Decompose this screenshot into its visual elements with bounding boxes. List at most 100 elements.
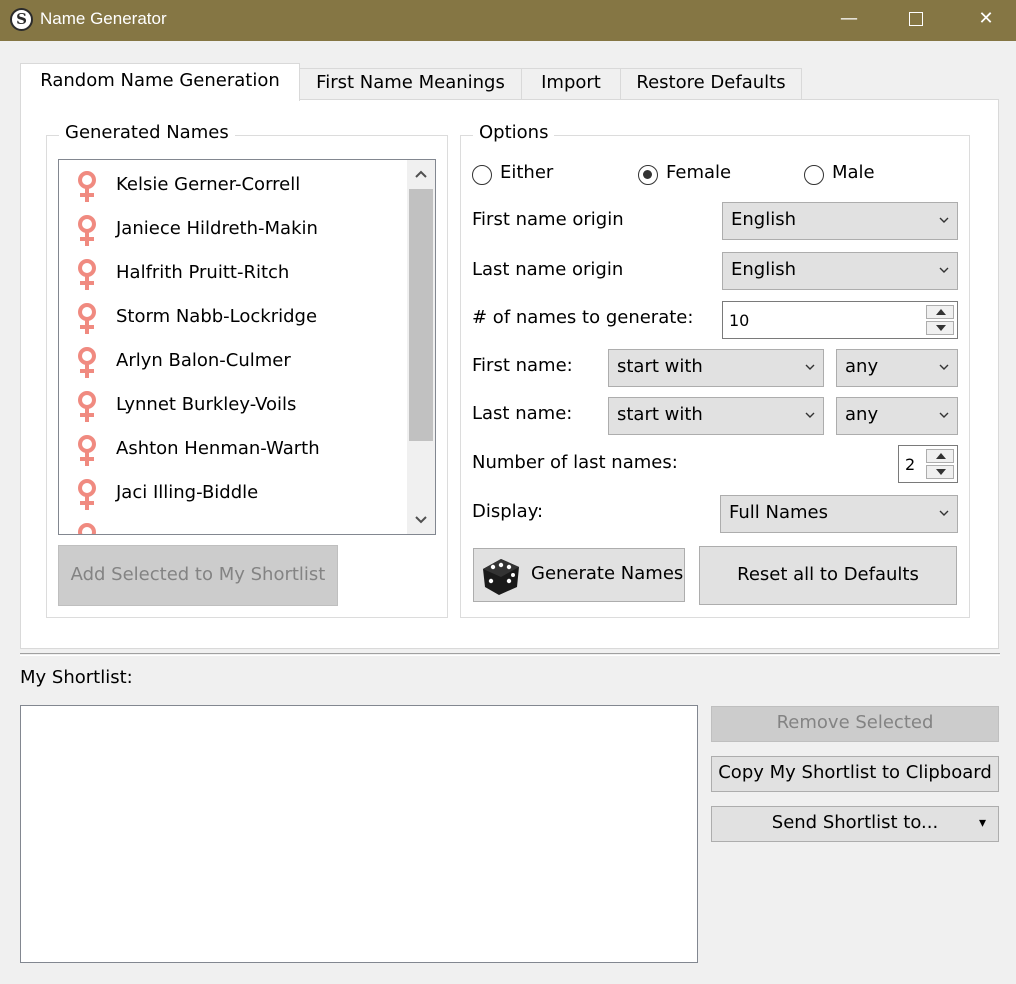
female-icon (78, 479, 96, 510)
name-text: Lynnet Burkley-Voils (116, 394, 297, 415)
radio-selected-dot (643, 170, 652, 179)
name-text: Janiece Hildreth-Makin (116, 218, 318, 239)
name-text: Halfrith Pruitt-Ritch (116, 262, 290, 283)
chevron-down-icon (939, 217, 949, 223)
list-item[interactable]: Ashton Henman-Warth (59, 428, 406, 472)
last-name-label: Last name: (472, 403, 573, 424)
close-button[interactable]: ✕ (951, 0, 1016, 41)
caret-up-icon (936, 453, 946, 459)
female-icon (78, 171, 96, 202)
first-name-mode-select[interactable]: start with (608, 349, 824, 387)
name-text: Storm Nabb-Lockridge (116, 306, 318, 327)
chevron-up-icon (415, 170, 427, 178)
app-logo-icon: S (10, 8, 33, 31)
caret-down-icon (936, 469, 946, 475)
first-name-label: First name: (472, 355, 573, 376)
list-item[interactable]: Janiece Hildreth-Makin (59, 208, 406, 252)
first-name-mode-value: start with (617, 356, 703, 377)
first-name-letter-value: any (845, 356, 879, 377)
chevron-down-icon (939, 267, 949, 273)
count-label: # of names to generate: (472, 307, 694, 328)
count-value[interactable]: 10 (729, 311, 749, 330)
female-icon (78, 259, 96, 290)
tab-restore-defaults[interactable]: Restore Defaults (620, 68, 802, 100)
generated-names-label: Generated Names (59, 122, 235, 143)
last-name-mode-select[interactable]: start with (608, 397, 824, 435)
female-icon (78, 215, 96, 246)
radio-either-circle (472, 165, 492, 185)
last-origin-select[interactable]: English (722, 252, 958, 290)
list-item[interactable]: Arlyn Balon-Culmer (59, 340, 406, 384)
minimize-icon: — (840, 8, 858, 29)
scroll-up-button[interactable] (407, 160, 435, 188)
caret-down-icon (936, 325, 946, 331)
generated-names-list[interactable]: Kelsie Gerner-Correll Janiece Hildreth-M… (58, 159, 436, 535)
add-to-shortlist-button[interactable]: Add Selected to My Shortlist (58, 545, 338, 606)
maximize-button[interactable] (881, 0, 951, 41)
generate-names-button[interactable]: Generate Names (473, 548, 685, 602)
maximize-icon (909, 12, 923, 26)
tab-first-name-meanings[interactable]: First Name Meanings (299, 68, 522, 100)
splitter[interactable] (20, 653, 1000, 656)
list-item[interactable]: Halfrith Pruitt-Ritch (59, 252, 406, 296)
num-last-decrement-button[interactable] (926, 465, 954, 479)
name-text: Arlyn Balon-Culmer (116, 350, 291, 371)
window-title: Name Generator (40, 9, 167, 28)
send-shortlist-label: Send Shortlist to... (771, 812, 939, 833)
num-last-label: Number of last names: (472, 452, 678, 473)
num-last-stepper-buttons (926, 449, 954, 479)
count-decrement-button[interactable] (926, 321, 954, 335)
female-icon (78, 523, 96, 534)
radio-male-circle (804, 165, 824, 185)
num-last-stepper[interactable]: 2 (898, 445, 958, 483)
num-last-value[interactable]: 2 (905, 455, 915, 474)
dice-icon (483, 559, 519, 595)
shortlist-label: My Shortlist: (20, 667, 133, 688)
scroll-thumb[interactable] (409, 189, 433, 441)
list-item-partial[interactable] (59, 516, 406, 534)
display-label: Display: (472, 501, 544, 522)
shortlist-list[interactable] (20, 705, 698, 963)
generate-names-label: Generate Names (531, 563, 684, 584)
count-stepper[interactable]: 10 (722, 301, 958, 339)
display-select[interactable]: Full Names (720, 495, 958, 533)
female-icon (78, 303, 96, 334)
copy-shortlist-button[interactable]: Copy My Shortlist to Clipboard (711, 756, 999, 792)
count-increment-button[interactable] (926, 305, 954, 319)
name-text: Jaci Illing-Biddle (116, 482, 259, 503)
list-item[interactable]: Storm Nabb-Lockridge (59, 296, 406, 340)
chevron-down-icon (805, 412, 815, 418)
names-scrollbar[interactable] (407, 160, 435, 534)
caret-up-icon (936, 309, 946, 315)
chevron-down-icon (415, 516, 427, 524)
last-origin-label: Last name origin (472, 259, 624, 280)
minimize-button[interactable]: — (814, 0, 884, 41)
last-origin-value: English (731, 259, 796, 280)
name-text: Ashton Henman-Warth (116, 438, 320, 459)
tab-random-name-generation[interactable]: Random Name Generation (20, 63, 300, 101)
tab-import[interactable]: Import (521, 68, 621, 100)
num-last-increment-button[interactable] (926, 449, 954, 463)
send-shortlist-button[interactable]: Send Shortlist to... ▾ (711, 806, 999, 842)
chevron-down-icon (805, 364, 815, 370)
list-item[interactable]: Jaci Illing-Biddle (59, 472, 406, 516)
list-item[interactable]: Kelsie Gerner-Correll (59, 164, 406, 208)
last-name-mode-value: start with (617, 404, 703, 425)
options-label: Options (473, 122, 555, 143)
radio-either-label: Either (500, 162, 554, 183)
remove-selected-button[interactable]: Remove Selected (711, 706, 999, 742)
radio-male-label: Male (832, 162, 875, 183)
scroll-down-button[interactable] (407, 506, 435, 534)
female-icon (78, 347, 96, 378)
female-icon (78, 435, 96, 466)
reset-defaults-button[interactable]: Reset all to Defaults (699, 546, 957, 605)
last-name-letter-select[interactable]: any (836, 397, 958, 435)
first-origin-value: English (731, 209, 796, 230)
radio-female-label: Female (666, 162, 732, 183)
dropdown-arrow-icon: ▾ (978, 815, 986, 831)
count-stepper-buttons (926, 305, 954, 335)
first-origin-label: First name origin (472, 209, 624, 230)
first-origin-select[interactable]: English (722, 202, 958, 240)
list-item[interactable]: Lynnet Burkley-Voils (59, 384, 406, 428)
first-name-letter-select[interactable]: any (836, 349, 958, 387)
